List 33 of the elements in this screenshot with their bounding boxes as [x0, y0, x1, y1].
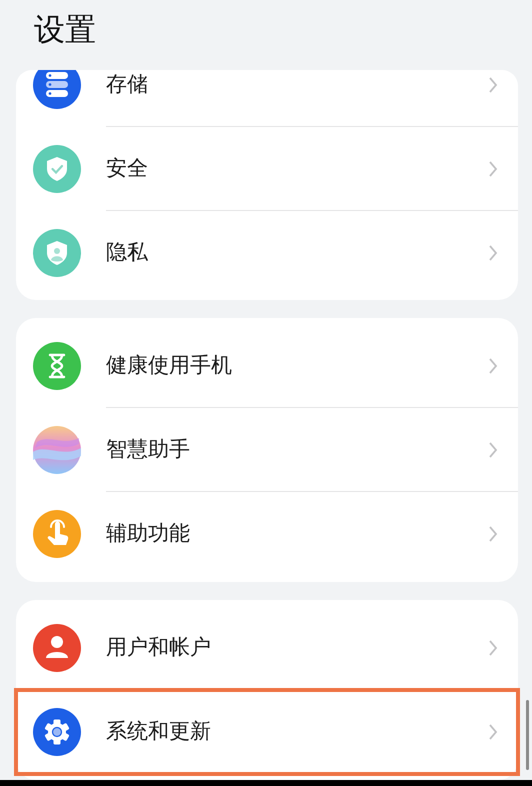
item-label: 智慧助手	[106, 436, 191, 463]
item-label: 隐私	[106, 239, 149, 266]
scrollbar	[526, 700, 529, 770]
chevron-right-icon	[488, 76, 498, 94]
tap-hand-icon	[33, 510, 81, 558]
settings-item[interactable]: 用户和帐户	[16, 606, 518, 690]
hourglass-icon	[33, 342, 81, 390]
settings-item[interactable]: 健康使用手机	[16, 324, 518, 408]
item-label: 安全	[106, 154, 149, 182]
item-label: 健康使用手机	[106, 352, 233, 379]
item-label: 系统和更新	[106, 718, 212, 746]
item-label: 用户和帐户	[106, 634, 212, 661]
settings-item[interactable]: 辅助功能	[16, 492, 518, 576]
settings-item[interactable]: 存储	[16, 70, 518, 127]
settings-item[interactable]: 智慧助手	[16, 408, 518, 492]
settings-icon	[33, 708, 81, 756]
item-label: 存储	[106, 70, 149, 98]
settings-item[interactable]: 隐私	[16, 211, 518, 295]
person-icon	[33, 624, 81, 672]
shield-check-icon	[33, 145, 81, 193]
chevron-right-icon	[488, 244, 498, 262]
gradient-orb-icon	[33, 426, 81, 474]
settings-item[interactable]: 系统和更新	[16, 690, 518, 774]
chevron-right-icon	[488, 356, 498, 374]
shield-person-icon	[33, 229, 81, 277]
chevron-right-icon	[488, 723, 498, 741]
settings-item[interactable]: 安全	[16, 127, 518, 211]
chevron-right-icon	[488, 525, 498, 543]
chevron-right-icon	[488, 440, 498, 458]
page-title: 设置	[34, 10, 96, 50]
item-label: 辅助功能	[106, 520, 191, 548]
chevron-right-icon	[488, 638, 498, 656]
chevron-right-icon	[488, 160, 498, 178]
